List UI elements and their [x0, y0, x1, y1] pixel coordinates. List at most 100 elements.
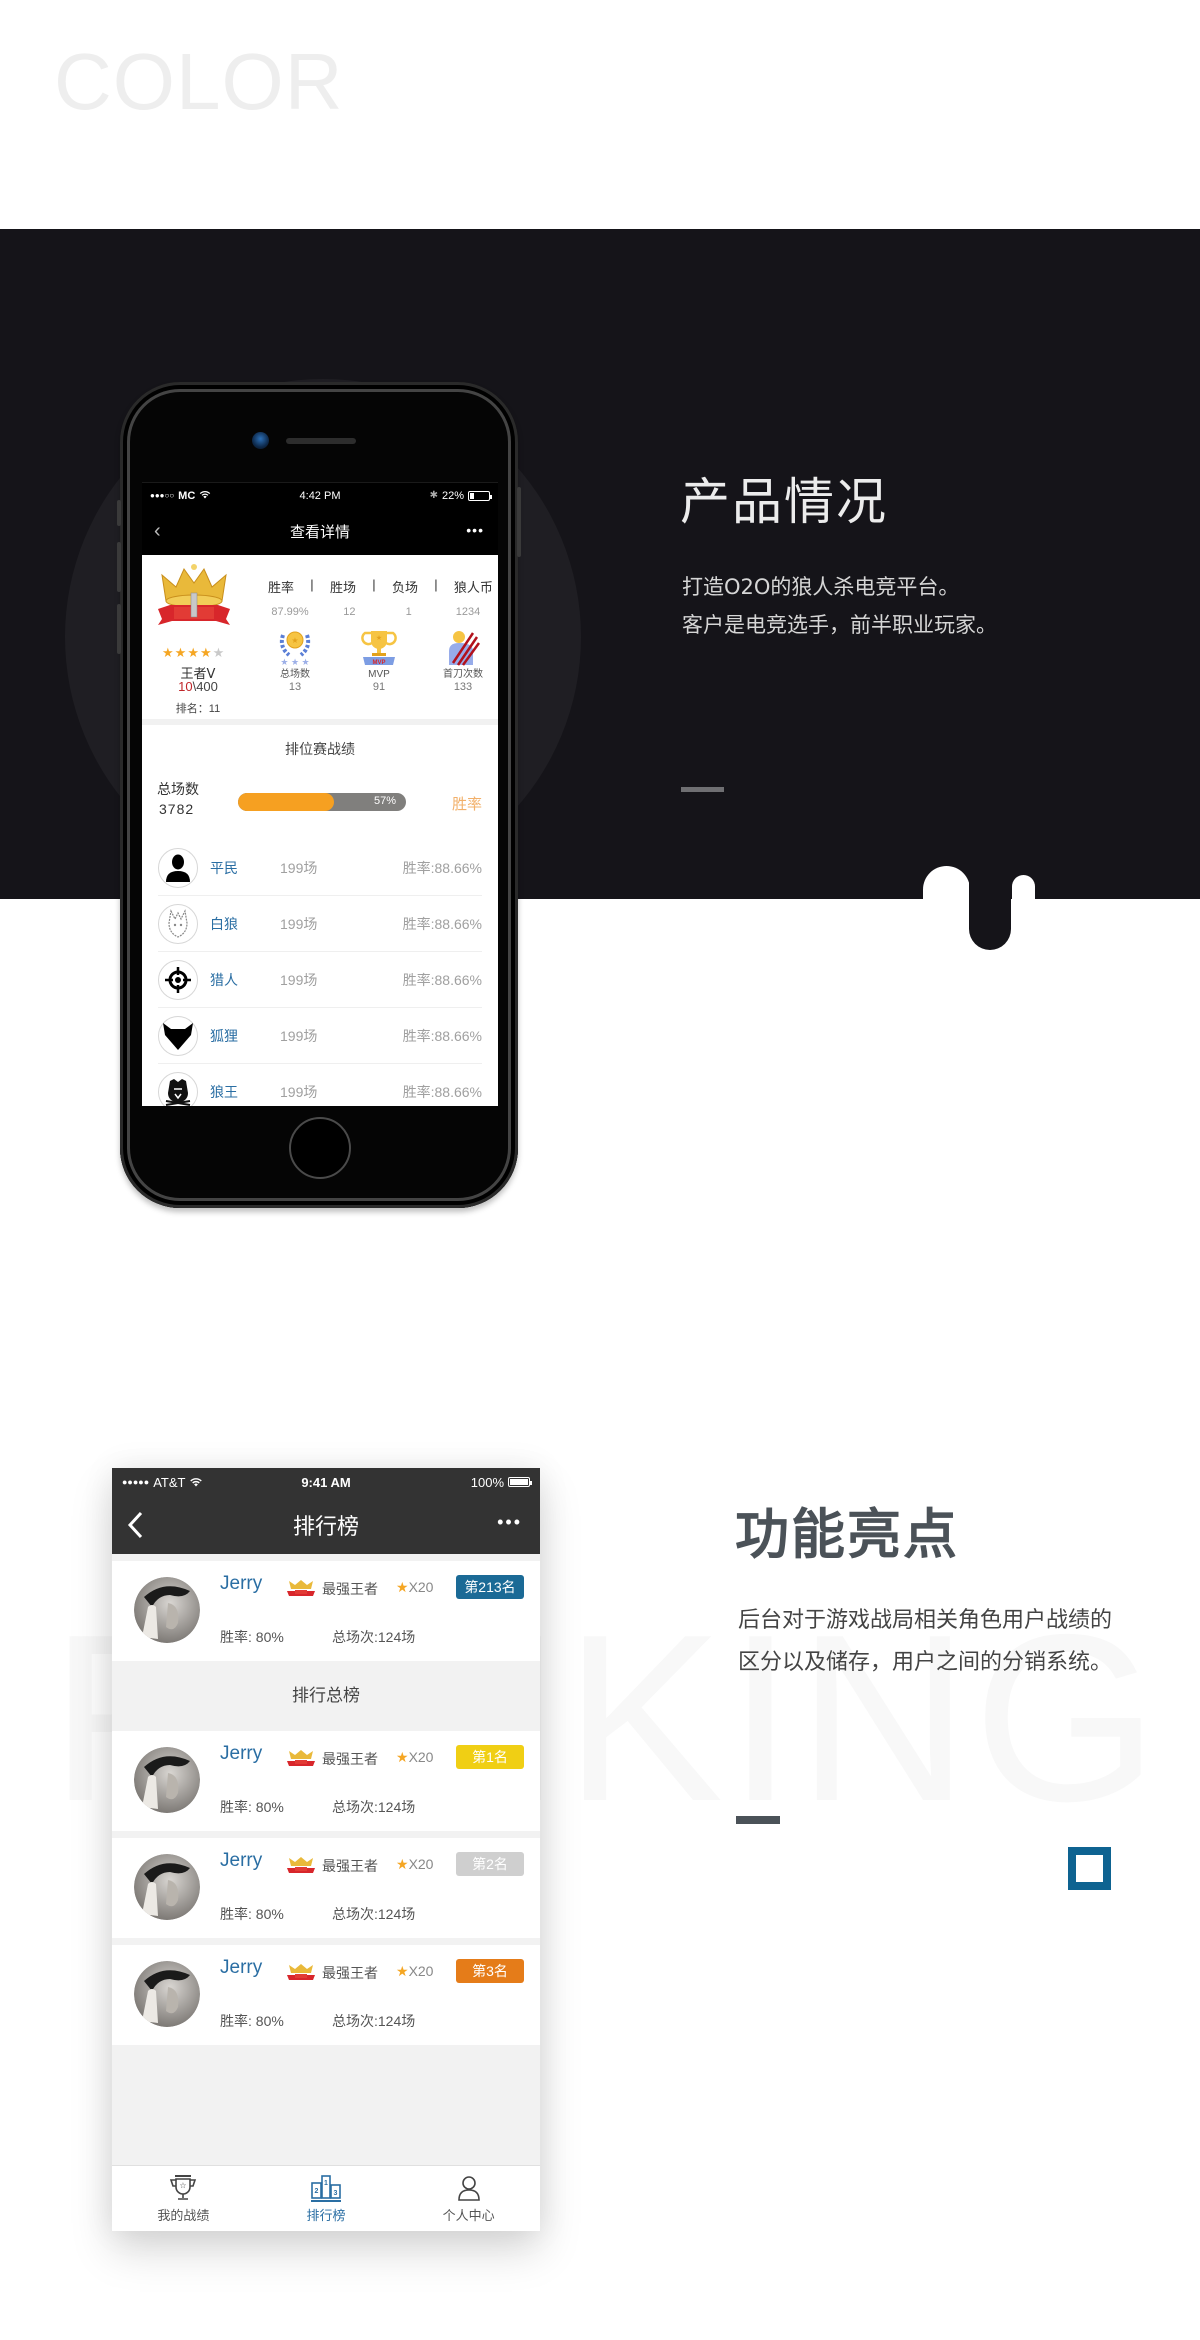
star-icon: ★: [212, 645, 226, 660]
win-rate-progress-fill: [238, 793, 334, 811]
avatar[interactable]: [134, 1747, 200, 1813]
total-games: 总场次:124场: [332, 1629, 416, 1645]
badge-value: 91: [372, 681, 386, 693]
trophy-icon: ☆: [170, 2174, 197, 2200]
ranking-screen: ●●●●● AT&T 9:41 AM 100% 排行榜 ••• Jerry 最强王…: [112, 1468, 540, 2231]
rank-number: 排名：11: [175, 703, 221, 715]
total-games: 总场次:124场: [332, 1799, 416, 1815]
nav-bar: 排行榜 •••: [112, 1496, 540, 1554]
stat-value: 1: [405, 606, 412, 618]
role-name: 狼王: [210, 1083, 238, 1100]
role-row[interactable]: 平民 199场 胜率:88.66%: [158, 840, 482, 896]
role-games: 199场: [280, 859, 318, 876]
avatar[interactable]: [134, 1854, 200, 1920]
player-name[interactable]: Jerry: [220, 1850, 262, 1872]
home-button[interactable]: [289, 1117, 351, 1179]
star-icon: ★: [396, 1963, 409, 1979]
claw-slash-icon: [449, 631, 481, 666]
trophy-mvp-icon: MVP ★: [361, 631, 397, 666]
rank-position-badge: 第2名: [456, 1852, 524, 1876]
total-games: 总场次:124场: [332, 2013, 416, 2029]
avatar[interactable]: [134, 1961, 200, 2027]
role-row[interactable]: 白狼 199场 胜率:88.66%: [158, 896, 482, 952]
divider-dash: [736, 1816, 780, 1824]
more-button[interactable]: •••: [497, 1512, 522, 1533]
role-win-rate: 胜率:88.66%: [402, 915, 482, 932]
villager-icon: [158, 847, 198, 888]
role-games: 199场: [280, 1027, 318, 1044]
svg-text:☆: ☆: [180, 2181, 187, 2190]
wolf-king-icon: [158, 1071, 198, 1106]
section-title-product: 产品情况: [680, 473, 888, 531]
tab-label: 排行榜: [306, 2207, 346, 2223]
rank-position-badge: 第213名: [456, 1575, 524, 1599]
total-games-value: 3782: [159, 801, 195, 817]
color-watermark: COLOR: [54, 37, 344, 126]
fox-icon: [158, 1015, 198, 1056]
crown-rank-icon: [158, 564, 230, 625]
status-bar: ●●●○○ MC 4:42 PM ✱ 22%: [142, 482, 498, 508]
player-name[interactable]: Jerry: [220, 1957, 262, 1979]
role-name: 平民: [210, 859, 238, 876]
wifi-icon: [199, 490, 211, 502]
my-rank-card[interactable]: Jerry 最强王者 ★X20 第213名 胜率: 80% 总场次:124场: [112, 1561, 540, 1661]
leaderboard-row[interactable]: Jerry 最强王者 ★X20 第3名 胜率: 80% 总场次:124场: [112, 1945, 540, 2045]
star-icon: ★: [162, 645, 175, 660]
tab-label: 我的战绩: [157, 2207, 210, 2223]
win-rate-label: 胜率: [451, 796, 482, 813]
carrier-label: AT&T: [153, 1474, 186, 1490]
white-wolf-icon: [158, 903, 198, 944]
rank-title: 最强王者: [322, 1751, 378, 1767]
badge-label: MVP: [368, 669, 390, 680]
badge-label: 总场数: [280, 669, 310, 680]
page-title: 排行榜: [292, 1514, 359, 1539]
role-row[interactable]: 猎人 199场 胜率:88.66%: [158, 952, 482, 1008]
avatar[interactable]: [134, 1577, 200, 1643]
leaderboard-heading: 排行总榜: [112, 1661, 540, 1731]
section-title-features: 功能亮点: [735, 1503, 959, 1566]
desc-line: 打造O2O的狼人杀电竞平台。: [682, 575, 960, 599]
rank-title: 最强王者: [322, 1581, 378, 1597]
total-games-label: 总场数: [157, 781, 199, 797]
rank-position-badge: 第3名: [456, 1959, 524, 1983]
win-rate: 胜率: 80%: [220, 2013, 284, 2029]
more-button[interactable]: •••: [466, 522, 484, 538]
leaderboard-row[interactable]: Jerry 最强王者 ★X20 第2名 胜率: 80% 总场次:124场: [112, 1838, 540, 1938]
player-name[interactable]: Jerry: [220, 1573, 262, 1595]
star-icon: ★: [396, 1579, 409, 1595]
battery-percent: 22%: [441, 489, 464, 502]
role-games: 199场: [280, 915, 318, 932]
podium-icon: 2 1 3: [311, 2174, 341, 2202]
leaderboard-row[interactable]: Jerry 最强王者 ★X20 第1名 胜率: 80% 总场次:124场: [112, 1731, 540, 1831]
star-icon: ★: [396, 1749, 409, 1765]
crown-icon: [287, 1750, 315, 1766]
win-rate-percent: 57%: [373, 795, 396, 807]
badge-value: 133: [453, 681, 473, 693]
role-row[interactable]: 狼王 199场 胜率:88.66%: [158, 1064, 482, 1106]
badge-mvp: MVP ★ MVP 91: [344, 627, 414, 693]
rank-position-badge: 第1名: [456, 1745, 524, 1769]
crown-icon: [287, 1964, 315, 1980]
role-name: 狐狸: [210, 1027, 238, 1044]
tab-my-record[interactable]: ☆ 我的战绩: [112, 2166, 255, 2231]
star-count: ★X20: [396, 1579, 434, 1595]
battery-icon: [468, 490, 492, 501]
wifi-icon: [189, 1475, 203, 1490]
tab-profile[interactable]: 个人中心: [397, 2166, 540, 2231]
back-button[interactable]: [126, 1510, 144, 1545]
rank-stars: ★★★★★: [162, 645, 225, 661]
battery-percent: 100%: [470, 1474, 504, 1490]
stat-value: 87.99%: [271, 606, 309, 618]
svg-text:2: 2: [315, 2188, 319, 2195]
win-rate-progress-bar: 57%: [238, 793, 406, 811]
stat-header: 狼人币: [453, 580, 493, 595]
desc-line: 后台对于游戏战局相关角色用户战绩的: [738, 1608, 1113, 1633]
earpiece-speaker: [286, 438, 356, 444]
tab-leaderboard[interactable]: 2 1 3 排行榜: [255, 2166, 398, 2231]
mute-switch: [117, 500, 121, 526]
star-count: ★X20: [396, 1856, 434, 1872]
back-button[interactable]: ‹: [154, 520, 161, 543]
role-row[interactable]: 狐狸 199场 胜率:88.66%: [158, 1008, 482, 1064]
ranked-record: 排位赛战绩 总场数 3782 57% 胜率: [142, 725, 498, 840]
player-name[interactable]: Jerry: [220, 1743, 262, 1765]
